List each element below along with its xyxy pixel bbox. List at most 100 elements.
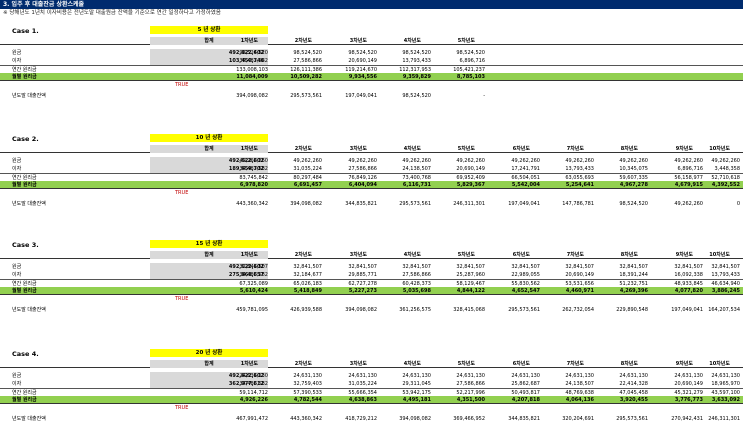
period-label: 15 년 상환 [150, 240, 268, 248]
cell: 34,483,582 [239, 272, 268, 278]
cell: 49,262,260 [565, 158, 594, 164]
cell: 361,256,575 [399, 307, 431, 313]
year-header: 2차년도 [294, 146, 312, 152]
cell: 3,448,358 [714, 166, 740, 172]
cell: 9,359,829 [402, 74, 431, 80]
year-header: 10차년도 [709, 361, 730, 367]
year-header: 7차년도 [566, 146, 584, 152]
cell: 394,098,082 [290, 201, 322, 207]
cell: 98,524,520 [348, 50, 377, 56]
cell: 5,542,004 [511, 182, 540, 188]
cell: 32,841,507 [293, 264, 322, 270]
row-label: 년도말 대출잔액 [12, 201, 46, 207]
year-header-row: 합계 1차년도 2차년도 3차년도 4차년도 5차년도 6차년도 7차년도 8차년도 9차년도 10… [0, 251, 743, 259]
cell: 4,064,136 [565, 397, 594, 403]
cell: 24,631,130 [402, 373, 431, 379]
cell: 197,049,041 [508, 201, 540, 207]
cell: 246,311,301 [453, 201, 485, 207]
cell: 5,829,367 [456, 182, 485, 188]
year-header: 4차년도 [403, 146, 421, 152]
cell: 98,524,520 [619, 201, 648, 207]
cell: 5,227,273 [348, 288, 377, 294]
cell: 197,049,041 [345, 93, 377, 99]
year-header: 3차년도 [349, 252, 367, 258]
cell: 394,098,082 [399, 416, 431, 422]
interest-row: 이자 362,077,612 34,483,582 32,759,403 31,035,… [0, 380, 743, 388]
cell: 31,035,224 [293, 166, 322, 172]
cell: 24,631,130 [511, 373, 540, 379]
cell: 32,184,677 [293, 272, 322, 278]
year-header: 8차년도 [620, 146, 638, 152]
cell: 4,392,552 [711, 182, 740, 188]
principal-row: 원금 492,622,602 49,262,260 49,262,260 49,262,… [0, 157, 743, 165]
cell: 418,729,212 [345, 416, 377, 422]
cell: 0 [736, 201, 740, 207]
annual-row: 연간 원리금 133,008,103 126,111,386 119,214,670 1… [0, 65, 743, 73]
year-header: 7차년도 [566, 361, 584, 367]
cell: 6,896,716 [459, 58, 485, 64]
cell: 49,262,260 [456, 158, 485, 164]
cell: 4,926,226 [239, 397, 268, 403]
cell: 34,483,582 [239, 58, 268, 64]
year-header-row: 합계 1차년도 2차년도 3차년도 4차년도 5차년도 6차년도 7차년도 8차년도 9차년도 10… [0, 360, 743, 368]
cell: 27,586,866 [348, 166, 377, 172]
cell: 10,509,282 [290, 74, 322, 80]
year-header: 6차년도 [512, 146, 530, 152]
case-title: Case 4. [12, 350, 39, 358]
cell: 24,138,507 [402, 166, 431, 172]
page-subtitle: ※ 당해년도 1년치 이자비용은 전년도말 대출원금 잔액을 기준으로 연간 일… [3, 10, 221, 16]
cell: 369,466,952 [453, 416, 485, 422]
monthly-row: 월별 원리금 11,084,009 10,509,282 9,934,556 9,359… [0, 73, 743, 81]
cell: 98,524,520 [456, 50, 485, 56]
cell: 344,835,821 [508, 416, 540, 422]
cell: 4,652,547 [511, 288, 540, 294]
cell: 32,841,507 [402, 264, 431, 270]
row-label: 원금 [12, 373, 22, 379]
cell: 22,414,328 [619, 381, 648, 387]
cell: 9,934,556 [348, 74, 377, 80]
cell: 246,311,301 [708, 416, 740, 422]
cell: 24,631,130 [239, 373, 268, 379]
year-header: 2차년도 [294, 361, 312, 367]
cell: 24,138,507 [565, 381, 594, 387]
case-title: Case 1. [12, 27, 39, 35]
cell: 3,633,092 [711, 397, 740, 403]
cell: 24,631,130 [619, 373, 648, 379]
row-label: 년도말 대출잔액 [12, 416, 46, 422]
interest-row: 이자 103,450,746 34,483,582 27,586,866 20,690,… [0, 57, 743, 65]
balance-start: 467,991,472 [236, 416, 268, 422]
cell: 3,920,455 [619, 397, 648, 403]
year-header-row: 합계 1차년도 2차년도 3차년도 4차년도 5차년도 6차년도 7차년도 8차년도 9차년도 10… [0, 145, 743, 153]
cell: 4,638,863 [348, 397, 377, 403]
cell: 11,084,009 [236, 74, 268, 80]
cell: 49,262,260 [619, 158, 648, 164]
cell: 34,483,582 [239, 381, 268, 387]
year-header: 5차년도 [457, 361, 475, 367]
cell: 4,269,396 [619, 288, 648, 294]
page-title: 3. 입주 후 대출잔금 상환스케줄 [0, 0, 743, 9]
cell: 13,793,433 [402, 58, 431, 64]
row-label: 이자 [12, 381, 22, 387]
year-header: 4차년도 [403, 361, 421, 367]
cell: 4,495,181 [402, 397, 431, 403]
balance-start: 443,360,342 [236, 201, 268, 207]
cell: 4,967,278 [619, 182, 648, 188]
cell: 32,841,507 [456, 264, 485, 270]
balance-row: 년도말 대출잔액 443,360,342 394,098,082 344,835,82… [0, 200, 743, 208]
row-label: 원금 [12, 158, 22, 164]
cell: 49,262,260 [511, 158, 540, 164]
cell: 49,262,260 [293, 158, 322, 164]
balance-start: 394,098,082 [236, 93, 268, 99]
cell: 262,732,054 [562, 307, 594, 313]
year-header: 10차년도 [709, 252, 730, 258]
cell: 22,989,055 [511, 272, 540, 278]
cell: 24,631,130 [711, 373, 740, 379]
cell: 13,793,433 [711, 272, 740, 278]
year-header: 1차년도 [240, 361, 258, 367]
year-header: 8차년도 [620, 361, 638, 367]
cell: 49,262,260 [348, 158, 377, 164]
cell: 5,254,641 [565, 182, 594, 188]
cell: 32,841,507 [348, 264, 377, 270]
annual-row: 연간 원리금 59,114,712 57,390,533 55,666,354 53,9… [0, 388, 743, 396]
year-header: 8차년도 [620, 252, 638, 258]
